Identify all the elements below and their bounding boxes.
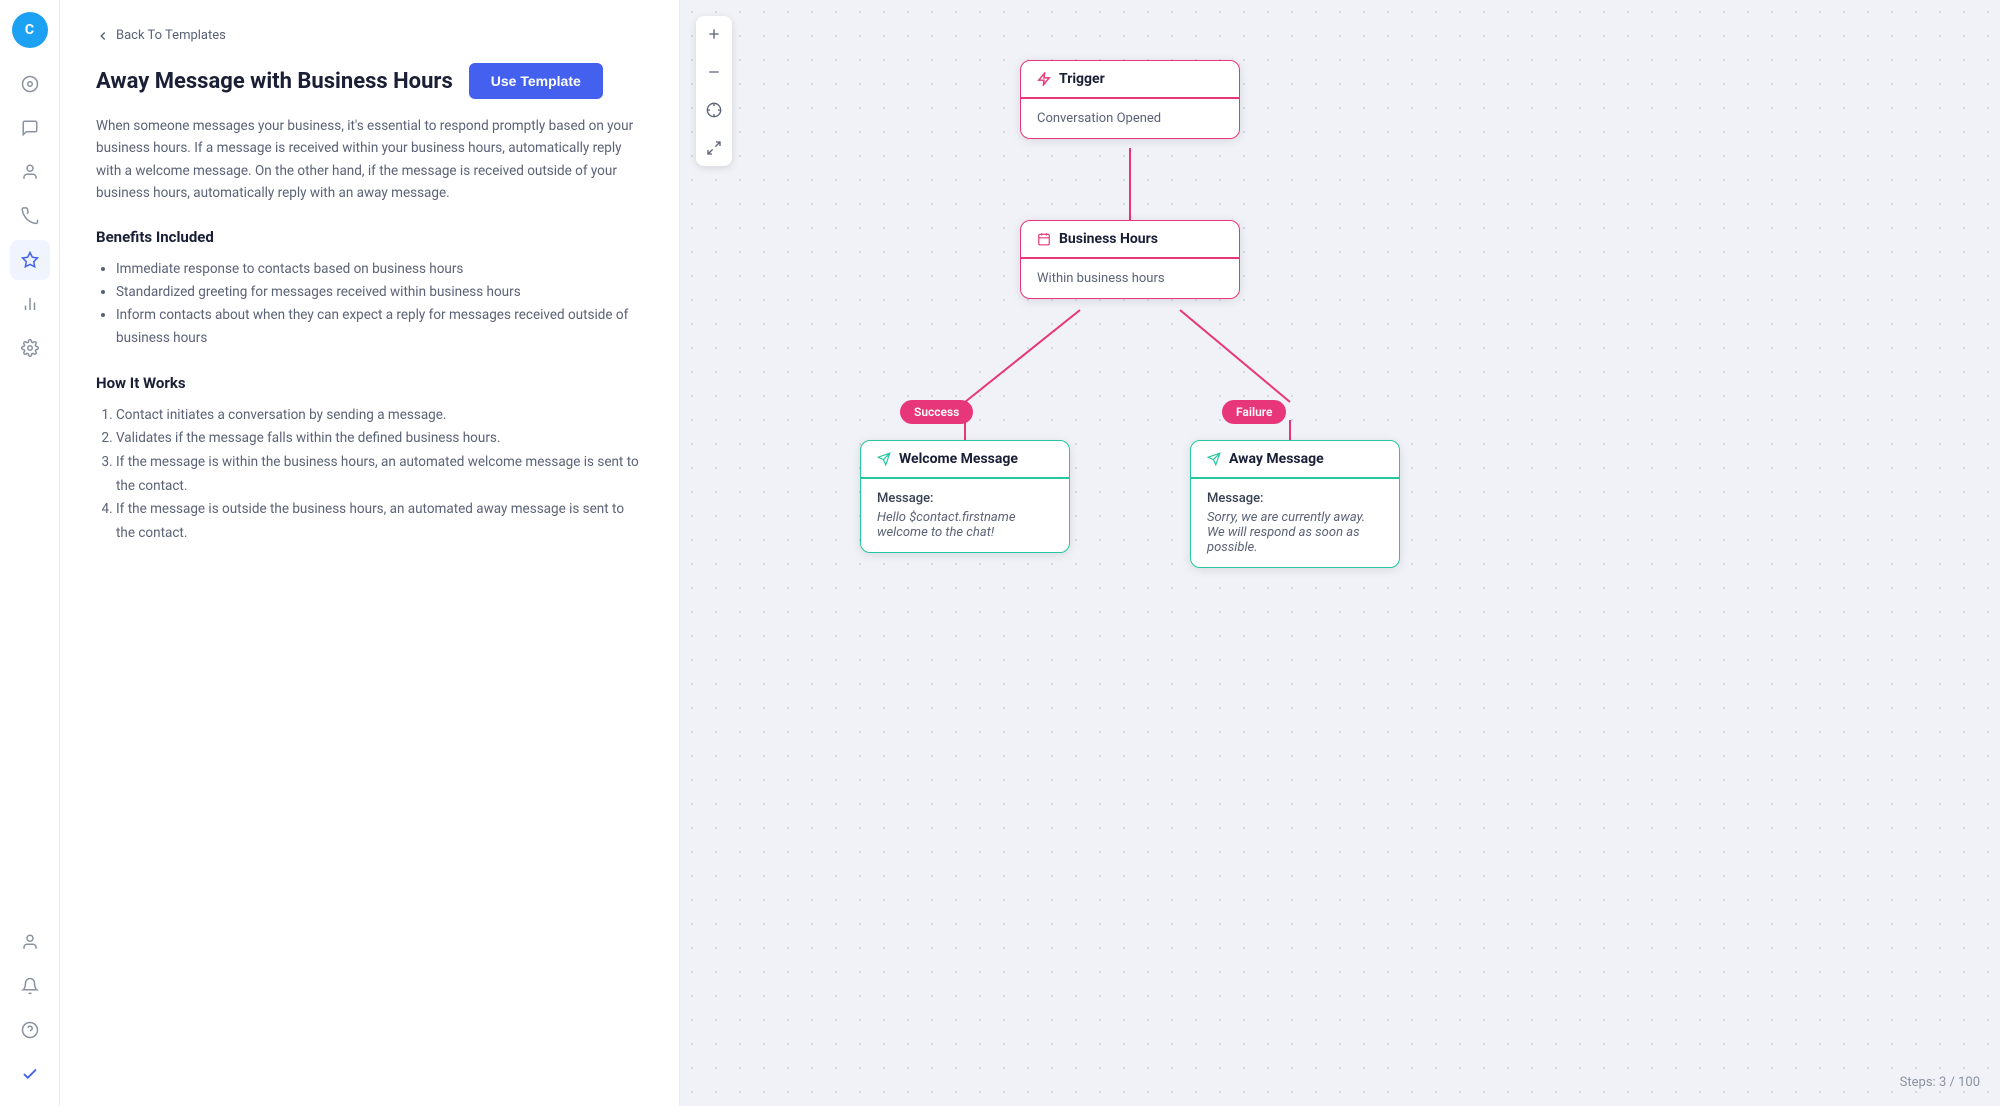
zoom-out-button[interactable] <box>696 54 732 90</box>
crosshair-icon <box>706 102 722 118</box>
notifications-icon <box>21 977 39 995</box>
sidebar: C <box>0 0 60 1106</box>
step-item: If the message is within the business ho… <box>116 451 643 498</box>
trigger-node-body: Conversation Opened <box>1021 99 1239 138</box>
plus-icon <box>706 26 722 42</box>
away-message-node: Away Message Message: Sorry, we are curr… <box>1190 440 1400 568</box>
welcome-message-label: Message: <box>877 491 1053 506</box>
trigger-node: Trigger Conversation Opened <box>1020 60 1240 139</box>
benefits-list: Immediate response to contacts based on … <box>96 258 643 350</box>
welcome-message-content: Hello $contact.firstname welcome to the … <box>877 510 1053 540</box>
reports-icon <box>21 295 39 313</box>
sidebar-item-settings[interactable] <box>10 328 50 368</box>
chat-icon <box>21 119 39 137</box>
step-item: Validates if the message falls within th… <box>116 427 643 451</box>
automations-icon <box>21 251 39 269</box>
welcome-node-title: Welcome Message <box>899 451 1018 467</box>
business-hours-node: Business Hours Within business hours <box>1020 220 1240 299</box>
biz-node-header: Business Hours <box>1021 221 1239 259</box>
steps-label: Steps: <box>1900 1075 1936 1090</box>
away-node-title: Away Message <box>1229 451 1324 467</box>
back-to-templates-link[interactable]: Back To Templates <box>96 28 643 43</box>
sidebar-item-notifications[interactable] <box>10 966 50 1006</box>
flow-connections <box>800 60 1460 660</box>
welcome-node-body: Message: Hello $contact.firstname welcom… <box>861 479 1069 552</box>
how-it-works-list: Contact initiates a conversation by send… <box>96 404 643 546</box>
checkmark-icon <box>21 1065 39 1083</box>
how-it-works-title: How It Works <box>96 374 643 392</box>
back-link-label: Back To Templates <box>116 28 226 43</box>
dashboard-icon <box>21 75 39 93</box>
sidebar-item-check[interactable] <box>10 1054 50 1094</box>
benefit-item: Inform contacts about when they can expe… <box>116 304 643 350</box>
away-node-body: Message: Sorry, we are currently away. W… <box>1191 479 1399 567</box>
steps-current: 3 <box>1939 1075 1946 1090</box>
step-item: If the message is outside the business h… <box>116 498 643 545</box>
trigger-icon <box>1037 72 1051 86</box>
sidebar-item-dashboard[interactable] <box>10 64 50 104</box>
broadcast-icon <box>21 207 39 225</box>
sidebar-item-help[interactable] <box>10 1010 50 1050</box>
contacts-icon <box>21 163 39 181</box>
sidebar-item-reports[interactable] <box>10 284 50 324</box>
template-description: When someone messages your business, it'… <box>96 115 643 204</box>
profile-icon <box>21 933 39 951</box>
failure-badge: Failure <box>1222 400 1286 424</box>
avatar: C <box>12 12 48 48</box>
zoom-in-button[interactable] <box>696 16 732 52</box>
calendar-icon <box>1037 232 1051 246</box>
trigger-node-title: Trigger <box>1059 71 1105 87</box>
center-view-button[interactable] <box>696 92 732 128</box>
benefit-item: Standardized greeting for messages recei… <box>116 281 643 304</box>
success-badge: Success <box>900 400 973 424</box>
steps-separator: / <box>1949 1075 1958 1090</box>
benefits-title: Benefits Included <box>96 228 643 246</box>
minus-icon <box>706 64 722 80</box>
sidebar-item-broadcast[interactable] <box>10 196 50 236</box>
welcome-message-node: Welcome Message Message: Hello $contact.… <box>860 440 1070 553</box>
use-template-button[interactable]: Use Template <box>469 63 603 99</box>
welcome-node-header: Welcome Message <box>861 441 1069 479</box>
expand-icon <box>706 140 722 156</box>
settings-icon <box>21 339 39 357</box>
step-item: Contact initiates a conversation by send… <box>116 404 643 428</box>
page-title: Away Message with Business Hours <box>96 69 453 94</box>
steps-max: 100 <box>1958 1075 1980 1090</box>
away-node-header: Away Message <box>1191 441 1399 479</box>
away-send-icon <box>1207 452 1221 466</box>
trigger-node-header: Trigger <box>1021 61 1239 99</box>
away-message-label: Message: <box>1207 491 1383 506</box>
sidebar-item-chat[interactable] <box>10 108 50 148</box>
benefit-item: Immediate response to contacts based on … <box>116 258 643 281</box>
canvas-controls <box>696 16 732 166</box>
sidebar-item-automations[interactable] <box>10 240 50 280</box>
send-icon <box>877 452 891 466</box>
away-message-content: Sorry, we are currently away. We will re… <box>1207 510 1383 555</box>
content-panel: Back To Templates Away Message with Busi… <box>60 0 680 1106</box>
biz-node-body: Within business hours <box>1021 259 1239 298</box>
page-header: Away Message with Business Hours Use Tem… <box>96 63 643 99</box>
steps-indicator: Steps: 3 / 100 <box>1900 1075 1980 1090</box>
sidebar-item-contacts[interactable] <box>10 152 50 192</box>
biz-node-title: Business Hours <box>1059 231 1158 247</box>
sidebar-item-profile[interactable] <box>10 922 50 962</box>
flow-canvas[interactable]: Trigger Conversation Opened Business Hou… <box>680 0 2000 1106</box>
help-icon <box>21 1021 39 1039</box>
fullscreen-button[interactable] <box>696 130 732 166</box>
chevron-left-icon <box>96 29 110 43</box>
